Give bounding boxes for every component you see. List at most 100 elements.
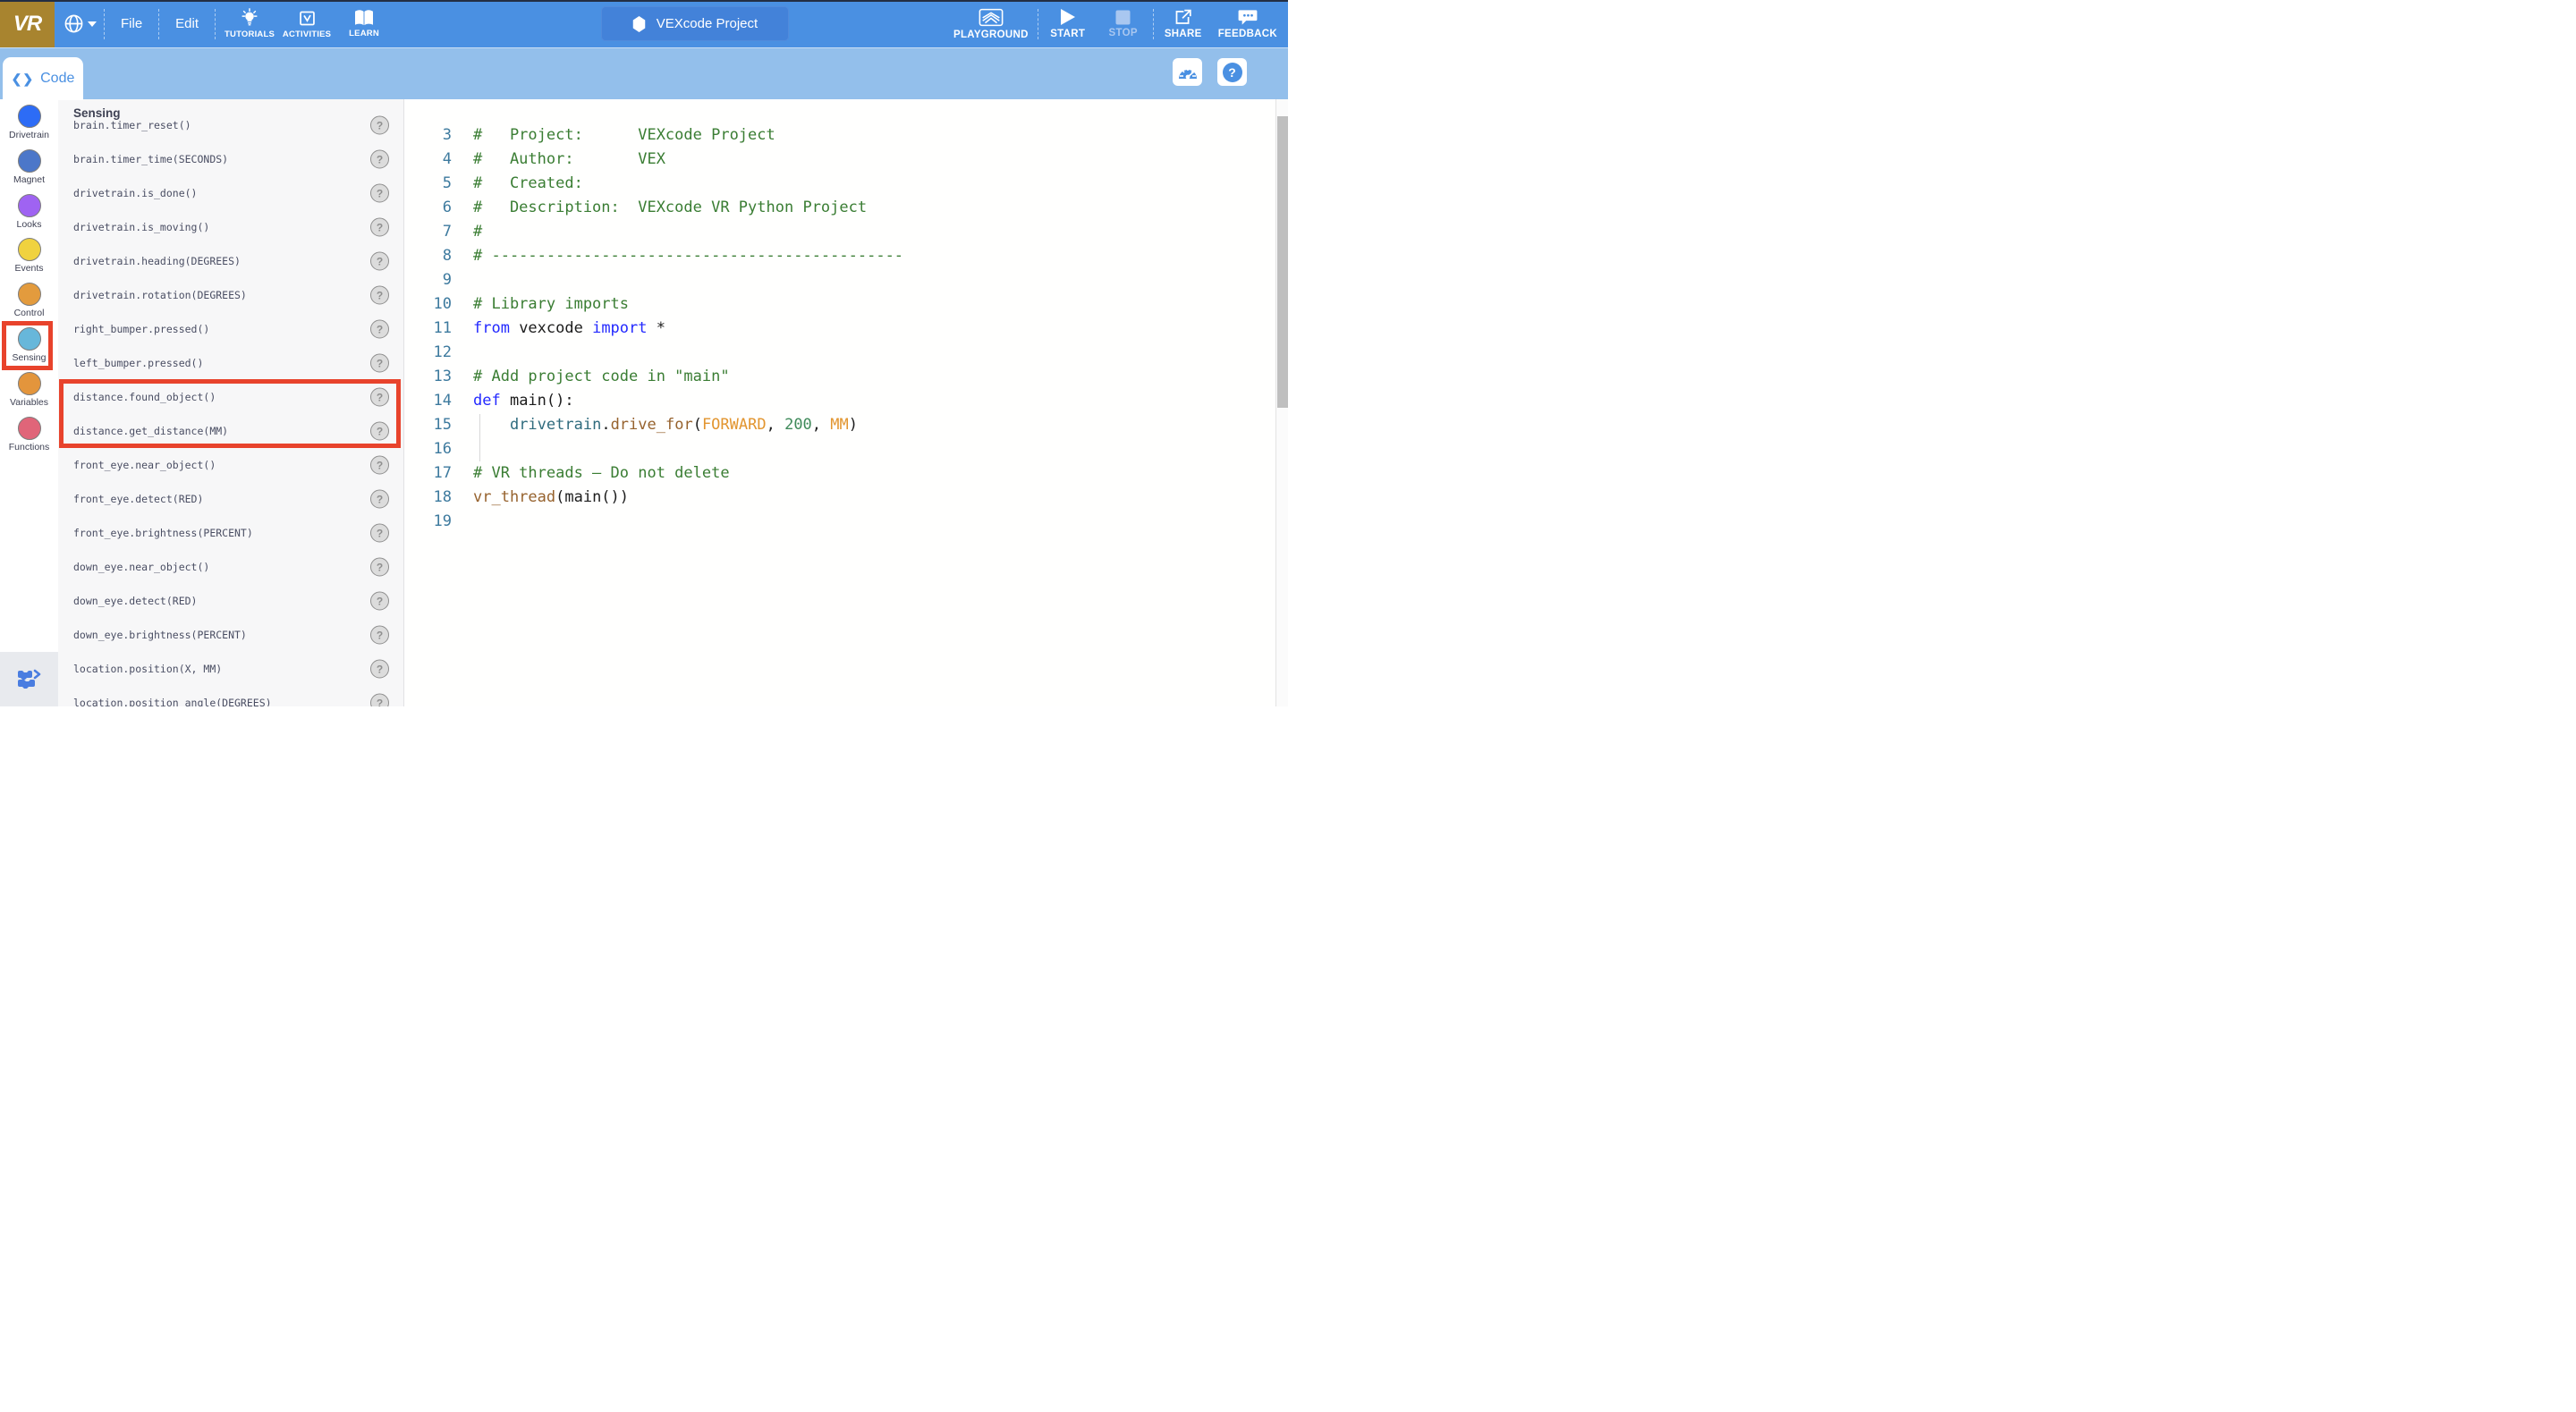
- separator: [158, 9, 159, 39]
- tab-code[interactable]: ❮❯ Code: [3, 57, 83, 100]
- line-number: 14: [404, 389, 452, 413]
- code-line: 13# Add project code in "main": [404, 365, 1263, 389]
- menu-file[interactable]: File: [106, 0, 157, 47]
- command-help-button[interactable]: ?: [370, 490, 389, 509]
- sidebar-item-looks[interactable]: Looks: [0, 194, 58, 237]
- command-help-button[interactable]: ?: [370, 218, 389, 237]
- code-line: 17 # VR threads — Do not delete: [404, 461, 1263, 486]
- palette-command[interactable]: brain.timer_time(SECONDS): [73, 153, 228, 165]
- command-palette: Sensing brain.timer_reset()?brain.timer_…: [58, 99, 404, 706]
- palette-command-row: drivetrain.is_moving()?: [58, 210, 404, 244]
- sidebar-item-label: Functions: [9, 442, 50, 452]
- palette-command[interactable]: drivetrain.is_moving(): [73, 221, 209, 233]
- drivetrain-category-dot-icon: [18, 105, 41, 128]
- vexcode-vr-window: VR File Edit TUTORIALSACTIVITIES LEARN VE…: [0, 0, 1288, 706]
- code-editor[interactable]: 3# Project: VEXcode Project4# Author: VE…: [404, 99, 1288, 706]
- code-text: #: [473, 220, 482, 244]
- line-number: 11: [404, 317, 452, 341]
- book-icon: [353, 9, 375, 27]
- command-help-button[interactable]: ?: [370, 388, 389, 407]
- line-number: 17: [404, 461, 452, 486]
- palette-command[interactable]: location.position(X, MM): [73, 663, 222, 675]
- command-help-button[interactable]: ?: [370, 626, 389, 645]
- looks-category-dot-icon: [18, 194, 41, 217]
- code-line: 11from vexcode import *: [404, 317, 1263, 341]
- vr-logo[interactable]: VR: [0, 0, 55, 47]
- project-name-button[interactable]: VEXcode Project: [601, 6, 789, 41]
- sensing-category-dot-icon: [18, 327, 41, 351]
- command-help-button[interactable]: ?: [370, 150, 389, 169]
- command-help-button[interactable]: ?: [370, 422, 389, 441]
- palette-command[interactable]: drivetrain.is_done(): [73, 187, 197, 199]
- code-line: 5# Created:: [404, 172, 1263, 196]
- functions-category-dot-icon: [18, 417, 41, 440]
- sidebar-item-variables[interactable]: Variables: [0, 372, 58, 415]
- sidebar-item-sensing[interactable]: Sensing: [0, 327, 58, 370]
- nav-learn[interactable]: LEARN: [335, 0, 393, 47]
- command-help-button[interactable]: ?: [370, 116, 389, 135]
- palette-command[interactable]: right_bumper.pressed(): [73, 323, 209, 335]
- palette-command[interactable]: down_eye.near_object(): [73, 561, 209, 573]
- palette-command[interactable]: distance.found_object(): [73, 391, 216, 403]
- line-number: 12: [404, 341, 452, 365]
- command-help-button[interactable]: ?: [370, 558, 389, 577]
- code-line: 7#: [404, 220, 1263, 244]
- command-help-button[interactable]: ?: [370, 660, 389, 679]
- code-line: 10# Library imports: [404, 292, 1263, 317]
- command-help-button[interactable]: ?: [370, 456, 389, 475]
- help-button[interactable]: ?: [1217, 58, 1247, 86]
- palette-command[interactable]: distance.get_distance(MM): [73, 425, 228, 437]
- palette-command[interactable]: drivetrain.rotation(DEGREES): [73, 289, 247, 301]
- stop-icon: [1115, 10, 1131, 25]
- palette-command-row: right_bumper.pressed()?: [58, 312, 404, 346]
- sidebar-item-control[interactable]: Control: [0, 283, 58, 326]
- command-help-button[interactable]: ?: [370, 592, 389, 611]
- code-line: 15 drivetrain.drive_for(FORWARD, 200, MM…: [404, 413, 1263, 437]
- palette-command[interactable]: drivetrain.heading(DEGREES): [73, 255, 241, 267]
- code-line: 19: [404, 510, 1263, 534]
- palette-command[interactable]: down_eye.detect(RED): [73, 595, 197, 607]
- palette-command-row: down_eye.brightness(PERCENT)?: [58, 618, 404, 652]
- action-share-button[interactable]: SHARE: [1156, 0, 1211, 47]
- menu-edit[interactable]: Edit: [161, 0, 213, 47]
- code-line: 8# -------------------------------------…: [404, 244, 1263, 268]
- category-sidebar: DrivetrainMagnetLooks Events ControlSensin…: [0, 99, 58, 706]
- sidebar-item-functions[interactable]: Functions: [0, 417, 58, 460]
- sidebar-item-events[interactable]: Events: [0, 238, 58, 281]
- palette-command[interactable]: brain.timer_reset(): [73, 119, 191, 131]
- action-start-button[interactable]: START: [1040, 0, 1096, 47]
- action-playground-button[interactable]: PLAYGROUND: [946, 0, 1036, 47]
- palette-command[interactable]: front_eye.near_object(): [73, 459, 216, 471]
- tab-bar: ❮❯ Code ?: [0, 47, 1288, 99]
- command-help-button[interactable]: ?: [370, 354, 389, 373]
- command-help-button[interactable]: ?: [370, 524, 389, 543]
- sidebar-item-drivetrain[interactable]: Drivetrain: [0, 105, 58, 148]
- editor-scrollbar: [1275, 99, 1288, 706]
- command-help-button[interactable]: ?: [370, 184, 389, 203]
- palette-command[interactable]: front_eye.brightness(PERCENT): [73, 527, 253, 539]
- nav-learn-label: LEARN: [349, 29, 379, 38]
- project-name-label: VEXcode Project: [657, 16, 758, 31]
- command-help-button[interactable]: ?: [370, 694, 389, 707]
- command-help-button[interactable]: ?: [370, 252, 389, 271]
- language-selector[interactable]: [64, 13, 97, 34]
- device-info-button[interactable]: [1173, 58, 1202, 86]
- sidebar-item-magnet[interactable]: Magnet: [0, 149, 58, 192]
- line-number: 5: [404, 172, 452, 196]
- code-text: # VR threads — Do not delete: [473, 461, 730, 486]
- command-help-button[interactable]: ?: [370, 286, 389, 305]
- action-feedback-button[interactable]: FEEDBACK: [1211, 0, 1284, 47]
- nav-tutorials[interactable]: TUTORIALS: [221, 0, 278, 47]
- scrollbar-thumb[interactable]: [1277, 116, 1288, 408]
- palette-command[interactable]: location.position_angle(DEGREES): [73, 697, 272, 706]
- palette-command[interactable]: left_bumper.pressed(): [73, 357, 203, 369]
- blocks-text-toggle-button[interactable]: [0, 652, 58, 706]
- palette-command-row: location.position(X, MM)?: [58, 652, 404, 686]
- palette-command[interactable]: front_eye.detect(RED): [73, 493, 203, 505]
- command-help-button[interactable]: ?: [370, 320, 389, 339]
- sidebar-item-label: Events: [14, 263, 43, 274]
- palette-command[interactable]: down_eye.brightness(PERCENT): [73, 629, 247, 641]
- palette-command-row: down_eye.near_object()?: [58, 550, 404, 584]
- nav-activities[interactable]: ACTIVITIES: [278, 0, 335, 47]
- share-icon: [1174, 8, 1192, 26]
